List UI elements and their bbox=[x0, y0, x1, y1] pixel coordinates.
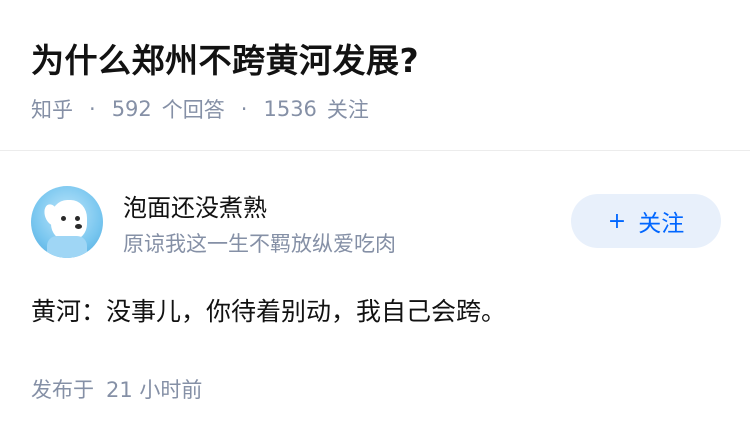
dog-body-shape bbox=[47, 236, 87, 258]
answer-count-label: 个回答 bbox=[161, 98, 225, 122]
meta-separator: · bbox=[240, 97, 248, 121]
follower-count-label: 关注 bbox=[326, 98, 369, 122]
follow-button-label: 关注 bbox=[638, 211, 685, 237]
dog-head-shape bbox=[51, 200, 87, 240]
plus-icon: + bbox=[607, 208, 627, 234]
dog-eye-shape bbox=[75, 216, 80, 221]
dog-eye-shape bbox=[61, 216, 66, 221]
posted-label: 发布于 bbox=[31, 378, 94, 402]
posted-time: 发布于 21 小时前 bbox=[31, 374, 202, 404]
author-row: 泡面还没煮熟 原谅我这一生不羁放纵爱吃肉 + 关注 bbox=[31, 186, 721, 260]
question-title[interactable]: 为什么郑州不跨黄河发展? bbox=[31, 34, 419, 82]
answer-count: 592 bbox=[111, 97, 152, 121]
follower-count: 1536 bbox=[263, 97, 317, 121]
avatar[interactable] bbox=[31, 186, 103, 258]
posted-time-value: 21 小时前 bbox=[106, 378, 203, 402]
question-meta: 知乎 · 592 个回答 · 1536 关注 bbox=[31, 94, 369, 124]
follow-button[interactable]: + 关注 bbox=[571, 194, 721, 248]
answer-content[interactable]: 黄河：没事儿，你待着别动，我自己会跨。 bbox=[31, 292, 506, 328]
dog-nose-shape bbox=[75, 224, 82, 229]
author-name[interactable]: 泡面还没煮熟 bbox=[123, 188, 267, 223]
question-header: 为什么郑州不跨黄河发展? 知乎 · 592 个回答 · 1536 关注 bbox=[0, 0, 750, 151]
meta-separator: · bbox=[89, 97, 96, 121]
author-bio: 原谅我这一生不羁放纵爱吃肉 bbox=[123, 232, 396, 256]
source-label[interactable]: 知乎 bbox=[31, 94, 73, 124]
